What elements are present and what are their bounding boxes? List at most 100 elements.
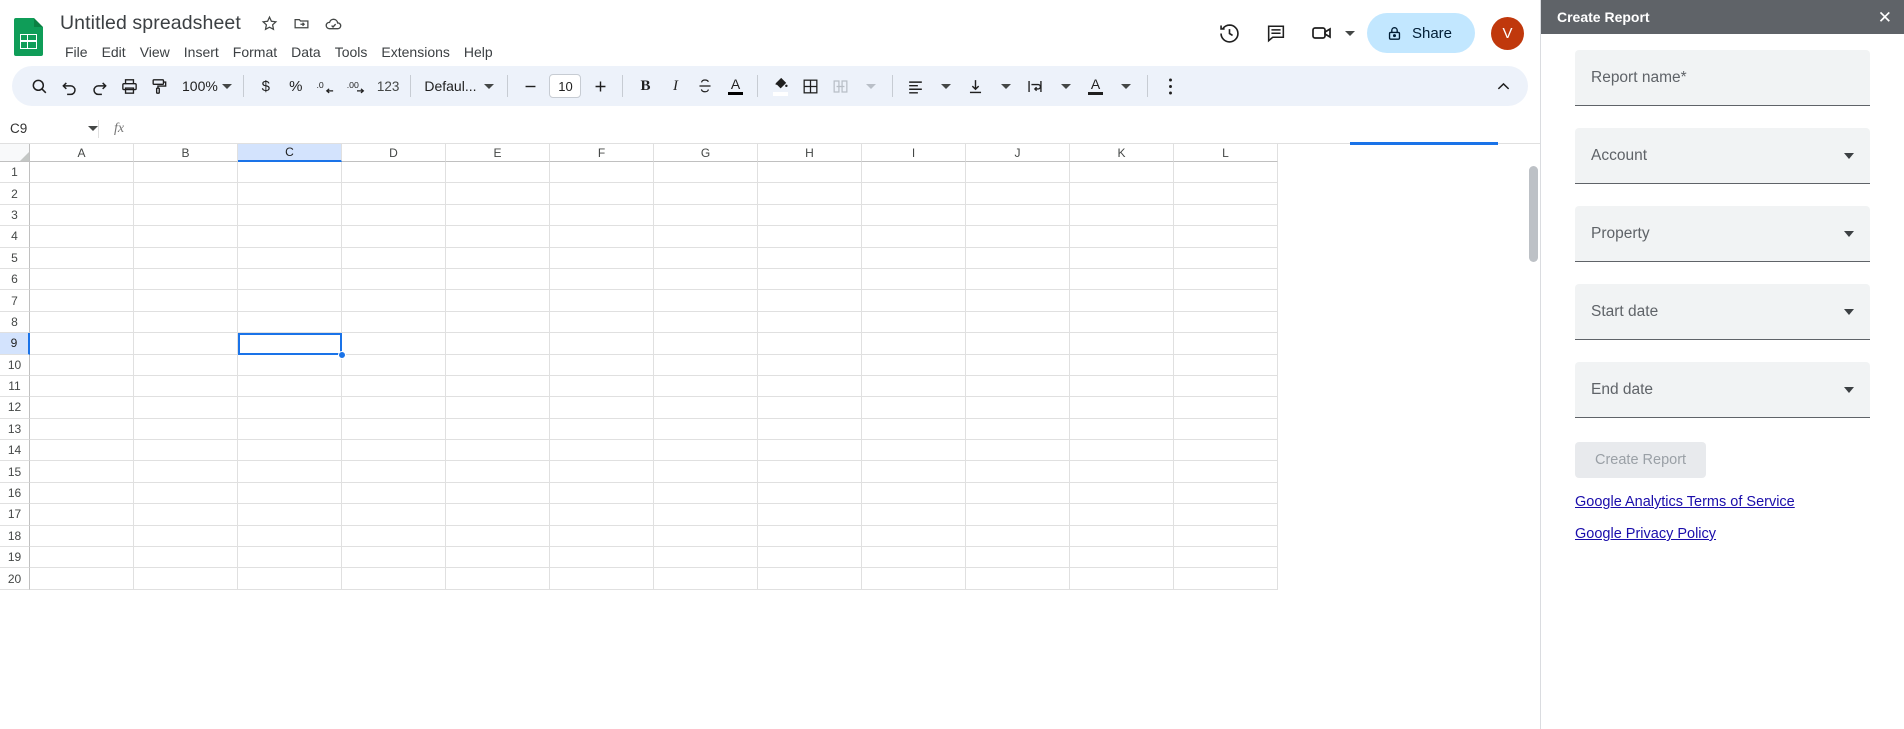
cell-J15[interactable] <box>966 461 1070 483</box>
cell-K16[interactable] <box>1070 482 1174 505</box>
cell-H3[interactable] <box>758 204 862 227</box>
cell-K2[interactable] <box>1070 183 1174 205</box>
cell-D1[interactable] <box>342 162 446 184</box>
cell-L1[interactable] <box>1174 162 1278 184</box>
cell-D17[interactable] <box>342 504 446 526</box>
cell-L16[interactable] <box>1174 482 1278 505</box>
cell-D4[interactable] <box>342 226 446 248</box>
cell-G5[interactable] <box>654 247 758 269</box>
cell-H10[interactable] <box>758 354 862 376</box>
cell-F7[interactable] <box>550 290 654 312</box>
cell-K1[interactable] <box>1070 162 1174 184</box>
cell-A5[interactable] <box>30 247 134 269</box>
column-header-G[interactable]: G <box>654 144 758 162</box>
row-header-18[interactable]: 18 <box>0 525 30 548</box>
number-format-button[interactable]: 123 <box>373 71 404 101</box>
cell-H4[interactable] <box>758 226 862 248</box>
cell-L8[interactable] <box>1174 311 1278 334</box>
text-rotation-chevron-icon[interactable] <box>1110 71 1140 101</box>
cell-D2[interactable] <box>342 183 446 205</box>
cell-G17[interactable] <box>654 504 758 526</box>
text-wrap-chevron-icon[interactable] <box>1050 71 1080 101</box>
cell-L13[interactable] <box>1174 418 1278 441</box>
menu-extensions[interactable]: Extensions <box>374 41 456 63</box>
cell-D10[interactable] <box>342 354 446 376</box>
cell-B10[interactable] <box>134 354 238 376</box>
italic-button[interactable]: I <box>660 71 690 101</box>
cell-K19[interactable] <box>1070 547 1174 569</box>
document-title[interactable]: Untitled spreadsheet <box>56 10 245 37</box>
cell-G8[interactable] <box>654 311 758 334</box>
cell-J14[interactable] <box>966 440 1070 462</box>
cell-L6[interactable] <box>1174 268 1278 291</box>
row-header-3[interactable]: 3 <box>0 204 30 227</box>
column-header-B[interactable]: B <box>134 144 238 162</box>
cell-I8[interactable] <box>862 311 966 334</box>
cell-F17[interactable] <box>550 504 654 526</box>
cell-B20[interactable] <box>134 568 238 590</box>
cell-I9[interactable] <box>862 333 966 355</box>
cell-D7[interactable] <box>342 290 446 312</box>
cell-K10[interactable] <box>1070 354 1174 376</box>
currency-format-button[interactable]: $ <box>251 71 281 101</box>
video-call-group[interactable] <box>1301 12 1355 54</box>
cell-J12[interactable] <box>966 397 1070 419</box>
cell-A10[interactable] <box>30 354 134 376</box>
row-header-2[interactable]: 2 <box>0 183 30 205</box>
cell-C5[interactable] <box>238 247 342 269</box>
cell-D11[interactable] <box>342 375 446 398</box>
text-color-icon[interactable]: A <box>720 71 750 101</box>
cell-E6[interactable] <box>446 268 550 291</box>
name-box[interactable]: C9 <box>0 114 98 144</box>
cell-B2[interactable] <box>134 183 238 205</box>
cell-E17[interactable] <box>446 504 550 526</box>
cell-D12[interactable] <box>342 397 446 419</box>
cell-E11[interactable] <box>446 375 550 398</box>
cell-C11[interactable] <box>238 375 342 398</box>
cell-J19[interactable] <box>966 547 1070 569</box>
cell-B6[interactable] <box>134 268 238 291</box>
fill-color-icon[interactable] <box>765 71 795 101</box>
cell-F3[interactable] <box>550 204 654 227</box>
cell-I11[interactable] <box>862 375 966 398</box>
cell-H1[interactable] <box>758 162 862 184</box>
cell-G12[interactable] <box>654 397 758 419</box>
cell-A3[interactable] <box>30 204 134 227</box>
cell-G10[interactable] <box>654 354 758 376</box>
cell-L10[interactable] <box>1174 354 1278 376</box>
strikethrough-icon[interactable] <box>690 71 720 101</box>
account-select[interactable]: Account <box>1575 128 1870 184</box>
cell-B18[interactable] <box>134 525 238 548</box>
start-date-select[interactable]: Start date <box>1575 284 1870 340</box>
cell-F14[interactable] <box>550 440 654 462</box>
cell-B16[interactable] <box>134 482 238 505</box>
cell-A7[interactable] <box>30 290 134 312</box>
select-all-corner[interactable] <box>0 144 30 162</box>
cell-D9[interactable] <box>342 333 446 355</box>
cell-C3[interactable] <box>238 204 342 227</box>
row-header-5[interactable]: 5 <box>0 247 30 269</box>
cell-L15[interactable] <box>1174 461 1278 483</box>
cell-A2[interactable] <box>30 183 134 205</box>
cell-G4[interactable] <box>654 226 758 248</box>
cell-G6[interactable] <box>654 268 758 291</box>
cell-H16[interactable] <box>758 482 862 505</box>
cell-A15[interactable] <box>30 461 134 483</box>
cell-I2[interactable] <box>862 183 966 205</box>
cell-F20[interactable] <box>550 568 654 590</box>
cell-L9[interactable] <box>1174 333 1278 355</box>
cell-C16[interactable] <box>238 482 342 505</box>
menu-view[interactable]: View <box>133 41 177 63</box>
cell-J6[interactable] <box>966 268 1070 291</box>
menu-insert[interactable]: Insert <box>177 41 226 63</box>
increase-font-size-button[interactable] <box>585 71 615 101</box>
column-header-F[interactable]: F <box>550 144 654 162</box>
cell-L2[interactable] <box>1174 183 1278 205</box>
cell-L18[interactable] <box>1174 525 1278 548</box>
report-name-field[interactable]: Report name* <box>1575 50 1870 106</box>
column-header-E[interactable]: E <box>446 144 550 162</box>
cell-F19[interactable] <box>550 547 654 569</box>
column-header-J[interactable]: J <box>966 144 1070 162</box>
cell-A17[interactable] <box>30 504 134 526</box>
cell-F15[interactable] <box>550 461 654 483</box>
